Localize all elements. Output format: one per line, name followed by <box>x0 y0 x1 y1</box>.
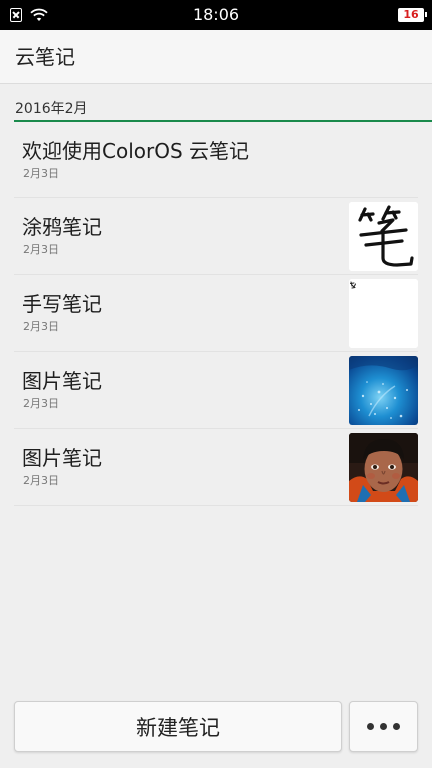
note-item[interactable]: 涂鸦笔记 2月3日 <box>14 198 418 275</box>
note-title: 图片笔记 <box>22 446 102 470</box>
note-item[interactable]: 手写笔记 2月3日 <box>14 275 418 352</box>
note-date: 2月3日 <box>23 320 59 333</box>
note-date: 2月3日 <box>23 397 59 410</box>
water-photo-thumbnail <box>349 356 418 425</box>
note-item[interactable]: 欢迎使用ColorOS 云笔记 2月3日 <box>14 122 418 198</box>
portrait-photo-thumbnail <box>349 433 418 502</box>
note-date: 2月3日 <box>23 243 59 256</box>
status-bar: 18:06 16 <box>0 0 432 30</box>
more-dots-icon <box>367 723 374 730</box>
app-header: 云笔记 <box>0 30 432 84</box>
more-dots-icon <box>380 723 387 730</box>
note-item[interactable]: 图片笔记 2月3日 <box>14 429 418 506</box>
handwriting-thumbnail <box>349 279 418 348</box>
notes-list: 欢迎使用ColorOS 云笔记 2月3日 涂鸦笔记 2月3日 手写笔记 2月3日… <box>14 122 418 506</box>
note-title: 图片笔记 <box>22 369 102 393</box>
more-button[interactable] <box>349 701 418 752</box>
note-date: 2月3日 <box>23 167 59 180</box>
note-item[interactable]: 图片笔记 2月3日 <box>14 352 418 429</box>
battery-level: 16 <box>403 8 419 21</box>
page-title: 云笔记 <box>15 45 75 69</box>
status-time: 18:06 <box>192 5 240 24</box>
month-section-label: 2016年2月 <box>15 101 88 117</box>
new-note-button[interactable]: 新建笔记 <box>14 701 342 752</box>
battery-icon: 16 <box>398 8 427 22</box>
note-date: 2月3日 <box>23 474 59 487</box>
doodle-thumbnail <box>349 202 418 271</box>
note-title: 涂鸦笔记 <box>22 215 102 239</box>
note-title: 欢迎使用ColorOS 云笔记 <box>22 139 250 163</box>
more-dots-icon <box>393 723 400 730</box>
note-title: 手写笔记 <box>22 292 102 316</box>
